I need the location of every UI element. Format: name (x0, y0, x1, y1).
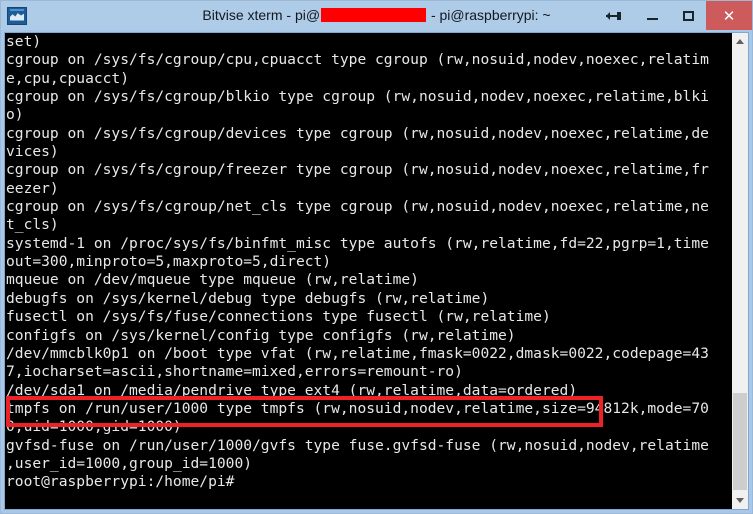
scrollbar-thumb[interactable] (733, 393, 747, 490)
terminal-line: cgroup on /sys/fs/cgroup/blkio type cgro… (6, 88, 709, 106)
terminal-line: o) (6, 106, 24, 124)
terminal-line: cgroup on /sys/fs/cgroup/devices type cg… (6, 124, 709, 142)
terminal-line: out=300,minproto=5,maxproto=5,direct) (6, 253, 332, 271)
terminal-line: tmpfs on /run/user/1000 type tmpfs (rw,n… (6, 399, 709, 417)
scroll-down-button[interactable] (732, 492, 748, 509)
maximize-button[interactable] (670, 1, 706, 30)
terminal-line: ,user_id=1000,group_id=1000) (6, 454, 253, 472)
resize-button[interactable] (592, 1, 634, 30)
chevron-down-icon (736, 498, 744, 503)
terminal-window: Bitvise xterm - pi@ - pi@raspberrypi: ~ … (0, 0, 753, 514)
title-bar[interactable]: Bitvise xterm - pi@ - pi@raspberrypi: ~ … (1, 1, 752, 30)
terminal-line: set) (6, 33, 42, 50)
window-title-prefix: Bitvise xterm - pi@ (202, 7, 321, 23)
minimize-button[interactable] (634, 1, 670, 30)
window-controls: ✕ (592, 1, 752, 30)
terminal-line: e,cpu,cpuacct) (6, 69, 130, 87)
redacted-hostname (321, 8, 427, 22)
terminal-line: debugfs on /sys/kernel/debug type debugf… (6, 289, 490, 307)
horizontal-resize-icon (605, 11, 621, 20)
chevron-up-icon (736, 39, 744, 44)
terminal-line: t_cls) (6, 216, 59, 234)
terminal-line: 7,iocharset=ascii,shortname=mixed,errors… (6, 363, 463, 381)
terminal-line: cgroup on /sys/fs/cgroup/freezer type cg… (6, 161, 709, 179)
terminal-line: gvfsd-fuse on /run/user/1000/gvfs type f… (6, 436, 709, 454)
terminal-line: root@raspberrypi:/home/pi# (6, 473, 235, 491)
terminal-line: fusectl on /sys/fs/fuse/connections type… (6, 308, 551, 326)
close-icon: ✕ (722, 7, 736, 25)
terminal-line: 0,uid=1000,gid=1000) (6, 418, 182, 436)
window-title-suffix: - pi@raspberrypi: ~ (427, 7, 551, 23)
terminal-line: systemd-1 on /proc/sys/fs/binfmt_misc ty… (6, 234, 709, 252)
terminal-line: mqueue on /dev/mqueue type mqueue (rw,re… (6, 271, 419, 289)
terminal-line: eezer) (6, 179, 59, 197)
maximize-icon (682, 10, 694, 21)
close-button[interactable]: ✕ (706, 1, 752, 30)
window-bottom-edge (1, 510, 752, 513)
terminal-line: cgroup on /sys/fs/cgroup/cpu,cpuacct typ… (6, 51, 709, 69)
terminal-frame[interactable]: set) cgroup on /sys/fs/cgroup/cpu,cpuacct… (4, 32, 749, 510)
bitvise-app-icon[interactable] (7, 6, 27, 25)
terminal-output[interactable]: set) cgroup on /sys/fs/cgroup/cpu,cpuacct… (5, 33, 732, 492)
terminal-line: cgroup on /sys/fs/cgroup/net_cls type cg… (6, 198, 709, 216)
terminal-line: configfs on /sys/kernel/config type conf… (6, 326, 516, 344)
scroll-up-button[interactable] (732, 33, 748, 50)
minimize-icon (646, 17, 658, 20)
terminal-scrollbar[interactable] (731, 33, 748, 509)
terminal-line: /dev/sda1 on /media/pendrive type ext4 (… (6, 381, 578, 399)
terminal-line: vices) (6, 143, 59, 161)
terminal-line: /dev/mmcblk0p1 on /boot type vfat (rw,re… (6, 344, 709, 362)
